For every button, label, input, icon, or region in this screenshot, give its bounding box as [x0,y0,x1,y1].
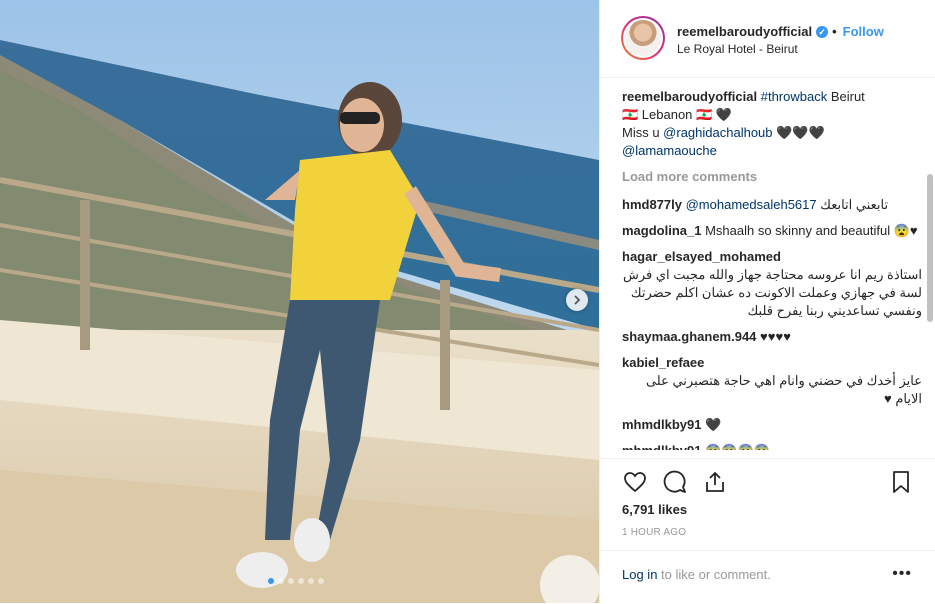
comment-username[interactable]: mhmdlkby91 [622,417,701,432]
separator: • [832,24,837,39]
comment-text: 🖤 [705,417,722,432]
comment-item: mhmdlkby91 🖤 [622,416,922,434]
comment-username[interactable]: hmd877ly [622,197,682,212]
comment-item: hmd877ly @mohamedsaleh5617 تابعني اتابعك [622,196,922,214]
carousel-indicator [268,578,324,584]
location-link[interactable]: Le Royal Hotel - Beirut [677,42,798,56]
comment-text: تابعني اتابعك [820,197,889,212]
comment-button[interactable] [662,469,688,495]
comment-username[interactable]: mhmdlkby91 [622,443,701,450]
caption: reemelbaroudyofficial #throwback Beirut … [622,88,922,160]
mention-link[interactable]: @lamamaouche [622,143,717,158]
login-prompt: Log in to like or comment. [622,567,771,582]
comment-text: Mshaalh so skinny and beautiful 😨♥ [705,223,918,238]
caption-username[interactable]: reemelbaroudyofficial [622,89,757,104]
header-user-line: reemelbaroudyofficial ✓ • Follow [677,24,884,39]
comment-item: shaymaa.ghanem.944 ♥♥♥♥ [622,328,922,346]
comments-list: reemelbaroudyofficial #throwback Beirut … [622,88,922,450]
carousel-dot [268,578,274,584]
comment-item: hagar_elsayed_mohamed استاذة ريم انا عرو… [622,248,922,320]
caption-text: 🇱🇧 Lebanon 🇱🇧 🖤 [622,107,733,122]
scrollbar-thumb[interactable] [927,174,933,322]
comment-username[interactable]: magdolina_1 [622,223,701,238]
comment-text: ♥♥♥♥ [760,329,791,344]
photo-illustration [0,0,599,603]
caption-text: Beirut [827,89,865,104]
mention-link[interactable]: @raghidachalhoub [663,125,772,140]
verified-badge-icon: ✓ [816,25,829,38]
follow-button[interactable]: Follow [843,24,884,39]
username-link[interactable]: reemelbaroudyofficial [677,24,812,39]
post-timestamp: 1 HOUR AGO [622,527,687,538]
comment-text: استاذة ريم انا عروسه محتاجة جهاز والله م… [622,267,922,318]
save-button[interactable] [888,469,914,495]
login-link[interactable]: Log in [622,567,657,582]
post-side-panel: reemelbaroudyofficial ✓ • Follow Le Roya… [599,0,935,603]
comment-username[interactable]: hagar_elsayed_mohamed [622,249,781,264]
comment-item: mhmdlkby91 😨😨😨😨 [622,442,922,450]
carousel-dot [278,578,284,584]
login-prompt-text: to like or comment. [657,567,771,582]
mention-link[interactable]: @mohamedsaleh5617 [686,197,817,212]
caption-text: Miss u [622,125,664,140]
carousel-dot [288,578,294,584]
like-button[interactable] [622,469,648,495]
comment-text: عايز أخدك في حضني وانام اهي حاجة هتصبرني… [645,373,922,406]
carousel-dot [318,578,324,584]
carousel-dot [308,578,314,584]
chevron-right-icon [574,295,581,305]
avatar[interactable] [621,16,665,60]
bookmark-icon [893,471,909,493]
carousel-dot [298,578,304,584]
comment-footer: Log in to like or comment. ••• [600,550,935,604]
comment-text: 😨😨😨😨 [705,443,770,450]
carousel-next-button[interactable] [566,289,588,311]
more-options-button[interactable]: ••• [892,565,912,583]
action-bar [600,458,935,493]
caption-text: 🖤🖤🖤 [772,125,825,140]
heart-icon [624,472,646,493]
hashtag-link[interactable]: #throwback [761,89,827,104]
comment-icon [663,470,686,493]
comments-scrollbar[interactable] [926,82,934,454]
post-photo[interactable] [0,0,599,603]
comment-username[interactable]: shaymaa.ghanem.944 [622,329,756,344]
comment-item: magdolina_1 Mshaalh so skinny and beauti… [622,222,922,240]
share-button[interactable] [702,469,728,495]
share-icon [706,471,724,492]
load-more-comments-button[interactable]: Load more comments [622,168,922,186]
comment-username[interactable]: kabiel_refaee [622,355,704,370]
comment-item: kabiel_refaee عايز أخدك في حضني وانام اه… [622,354,922,408]
post-header: reemelbaroudyofficial ✓ • Follow Le Roya… [600,0,935,78]
likes-count[interactable]: 6,791 likes [622,502,687,517]
